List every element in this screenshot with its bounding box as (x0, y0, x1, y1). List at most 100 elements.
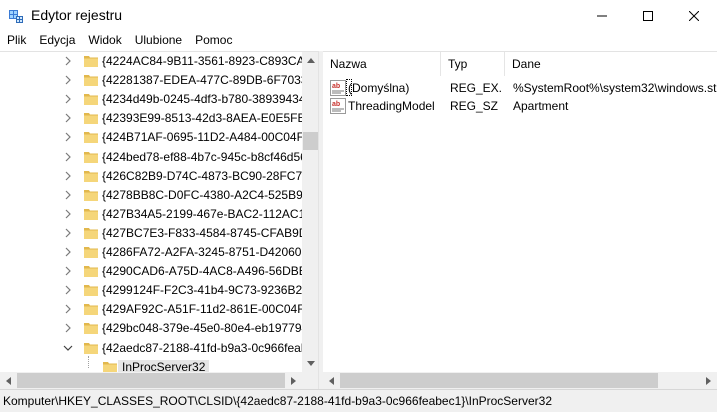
status-bar: Komputer\HKEY_CLASSES_ROOT\CLSID\{42aedc… (0, 389, 717, 412)
tree-rows: {4224AC84-9B11-3561-8923-C893CA7 {4228138… (0, 52, 302, 372)
menu-view[interactable]: Widok (81, 31, 127, 50)
close-icon (689, 10, 699, 21)
tree-item-label: {4299124F-F2C3-41b4-9C73-9236B2AE (102, 283, 302, 298)
column-header-type[interactable]: Typ (441, 52, 505, 76)
tree-vertical-scroll-thumb[interactable] (303, 132, 318, 150)
tree-horizontal-scrollbar[interactable] (0, 372, 302, 389)
chevron-right-icon[interactable] (63, 322, 73, 334)
scroll-up-arrow-icon[interactable] (302, 52, 318, 69)
tree-item[interactable]: {42aedc87-2188-41fd-b9a3-0c966feab (0, 339, 302, 358)
folder-icon (83, 149, 99, 165)
tree-item-selected[interactable]: InProcServer32 (0, 358, 302, 372)
list-horizontal-scrollbar[interactable] (323, 372, 717, 389)
svg-text:ab: ab (332, 101, 340, 108)
tree-item[interactable]: {4234d49b-0245-4df3-b780-389394345 (0, 90, 302, 109)
value-type: REG_EX... (450, 81, 502, 95)
menu-favorites[interactable]: Ulubione (128, 31, 188, 50)
folder-icon (83, 110, 99, 126)
tree-item[interactable]: {424B71AF-0695-11D2-A484-00C04F8 (0, 128, 302, 147)
value-data: %SystemRoot%\system32\windows.st (513, 81, 717, 95)
minimize-button[interactable] (579, 0, 625, 31)
folder-icon (83, 320, 99, 336)
tree-item-label: {4278BB8C-D0FC-4380-A2C4-525B9A3 (102, 187, 302, 202)
tree-item-label: InProcServer32 (118, 359, 210, 372)
tree-item-label: {4224AC84-9B11-3561-8923-C893CA7 (102, 54, 302, 68)
tree-item-label: {4290CAD6-A75D-4AC8-A496-56DBBE (102, 264, 302, 279)
tree-item[interactable]: {424bed78-ef88-4b7c-945c-b8cf46d56 (0, 148, 302, 167)
scroll-left-arrow-icon[interactable] (0, 372, 17, 389)
scroll-down-arrow-icon[interactable] (302, 355, 318, 372)
tree-item-label: {426C82B9-D74C-4873-BC90-28FC7BE (102, 168, 302, 183)
column-header-name[interactable]: Nazwa (323, 52, 441, 76)
folder-icon (83, 301, 99, 317)
tree-item-label: {429AF92C-A51F-11d2-861E-00C04FA (102, 302, 302, 317)
registry-tree[interactable]: {4224AC84-9B11-3561-8923-C893CA7 {4228138… (0, 51, 319, 389)
chevron-right-icon[interactable] (63, 93, 73, 105)
values-list[interactable]: Nazwa Typ Dane ab (Domyślna) REG_EX... %… (323, 51, 717, 389)
chevron-right-icon[interactable] (63, 112, 73, 124)
tree-vertical-scrollbar[interactable] (302, 52, 318, 372)
chevron-right-icon[interactable] (63, 74, 73, 86)
menu-file[interactable]: Plik (0, 31, 32, 50)
tree-item-label: {42aedc87-2188-41fd-b9a3-0c966feab (102, 340, 302, 355)
maximize-button[interactable] (625, 0, 671, 31)
chevron-right-icon[interactable] (63, 208, 73, 220)
maximize-icon (643, 10, 653, 21)
tree-item[interactable]: {4278BB8C-D0FC-4380-A2C4-525B9A3 (0, 186, 302, 205)
scroll-left-arrow-icon[interactable] (323, 372, 340, 389)
folder-icon (83, 187, 99, 203)
chevron-right-icon[interactable] (63, 265, 73, 277)
tree-item[interactable]: {426C82B9-D74C-4873-BC90-28FC7BE (0, 167, 302, 186)
tree-item[interactable]: {427BC7E3-F833-4584-8745-CFAB9D7 (0, 224, 302, 243)
column-header-data[interactable]: Dane (505, 52, 717, 76)
scroll-right-arrow-icon[interactable] (700, 372, 717, 389)
list-horizontal-scroll-thumb[interactable] (340, 373, 658, 388)
window-title: Edytor rejestru (31, 7, 123, 23)
chevron-right-icon[interactable] (63, 246, 73, 258)
chevron-down-icon[interactable] (63, 342, 73, 354)
menu-help[interactable]: Pomoc (188, 31, 238, 50)
tree-item-label: {42393E99-8513-42d3-8AEA-E0E5FBD0 (102, 111, 302, 126)
folder-icon (83, 340, 99, 356)
tree-item[interactable]: {429bc048-379e-45e0-80e4-eb1977941 (0, 319, 302, 338)
menu-bar: Plik Edycja Widok Ulubione Pomoc (0, 31, 717, 50)
scrollbar-corner (302, 372, 318, 389)
tree-item[interactable]: {4290CAD6-A75D-4AC8-A496-56DBBE (0, 262, 302, 281)
list-row[interactable]: ab (Domyślna) REG_EX... %SystemRoot%\sys… (323, 79, 717, 97)
folder-icon (83, 168, 99, 184)
value-name: ThreadingModel (348, 99, 435, 113)
chevron-right-icon[interactable] (63, 151, 73, 163)
tree-item[interactable]: {429AF92C-A51F-11d2-861E-00C04FA (0, 300, 302, 319)
chevron-right-icon[interactable] (63, 131, 73, 143)
close-button[interactable] (671, 0, 717, 31)
title-bar: Edytor rejestru (0, 0, 717, 31)
chevron-right-icon[interactable] (63, 170, 73, 182)
chevron-right-icon[interactable] (63, 189, 73, 201)
chevron-right-icon[interactable] (63, 284, 73, 296)
folder-icon (83, 225, 99, 241)
chevron-right-icon[interactable] (63, 303, 73, 315)
tree-item[interactable]: {427B34A5-2199-467e-BAC2-112AC1A (0, 205, 302, 224)
tree-item[interactable]: {4299124F-F2C3-41b4-9C73-9236B2AE (0, 281, 302, 300)
list-row[interactable]: ab ThreadingModel REG_SZ Apartment (323, 97, 717, 115)
tree-item[interactable]: {4224AC84-9B11-3561-8923-C893CA7 (0, 52, 302, 71)
tree-item[interactable]: {42393E99-8513-42d3-8AEA-E0E5FBD0 (0, 109, 302, 128)
folder-icon (83, 91, 99, 107)
folder-icon (83, 129, 99, 145)
scroll-right-arrow-icon[interactable] (285, 372, 302, 389)
value-type: REG_SZ (450, 99, 499, 113)
tree-item[interactable]: {42281387-EDEA-477C-89DB-6F7033D (0, 71, 302, 90)
tree-horizontal-scroll-thumb[interactable] (17, 373, 285, 388)
reg-string-value-icon: ab (330, 98, 346, 114)
menu-edit[interactable]: Edycja (32, 31, 81, 50)
chevron-right-icon[interactable] (63, 55, 73, 67)
tree-connector-line (88, 355, 89, 368)
tree-item-label: {429bc048-379e-45e0-80e4-eb1977941 (102, 321, 302, 336)
tree-item-label: {427BC7E3-F833-4584-8745-CFAB9D7 (102, 225, 302, 240)
folder-icon (102, 359, 118, 372)
chevron-right-icon[interactable] (63, 227, 73, 239)
folder-icon (83, 72, 99, 88)
tree-item[interactable]: {4286FA72-A2FA-3245-8751-D4206070 (0, 243, 302, 262)
value-data: Apartment (513, 99, 569, 113)
folder-icon (83, 263, 99, 279)
